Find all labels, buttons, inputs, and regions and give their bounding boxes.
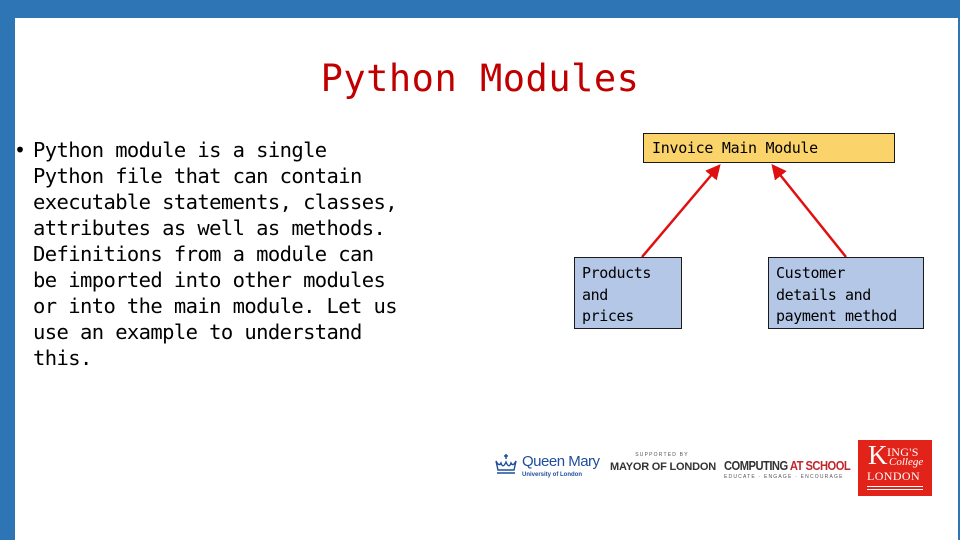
mayor-name: MAYOR OF LONDON [610,461,716,473]
slide-title: Python Modules [320,57,640,100]
bullet-marker: • [14,138,27,162]
kings-college-word: College [889,456,924,468]
crown-icon [495,454,517,474]
queen-mary-subtitle: University of London [522,472,582,478]
kings-london: LONDON [867,469,921,483]
computing-at-school-logo: COMPUTING AT SCHOOL EDUCATE · ENGAGE · E… [724,458,851,484]
kings-underline [867,489,923,490]
mayor-of-london-logo: SUPPORTED BY MAYOR OF LONDON [610,452,716,482]
kings-underline [867,486,923,487]
mayor-supertitle: SUPPORTED BY [635,452,689,458]
cas-tagline: EDUCATE · ENGAGE · ENCOURAGE [724,474,844,480]
cas-name-part2: AT SCHOOL [789,458,851,473]
products-prices-box: Products and prices [574,257,682,329]
arrow-customer-to-main [771,164,847,258]
cas-name-part1: COMPUTING [724,458,790,473]
bullet-text: Python module is a single Python file th… [33,138,398,370]
cas-name: COMPUTING AT SCHOOL [724,458,851,473]
arrow-products-to-main [641,164,721,258]
queen-mary-logo: Queen Mary University of London [494,450,600,484]
kings-college-logo: K ING'S College LONDON [858,440,932,496]
customer-details-box: Customer details and payment method [768,257,924,329]
invoice-main-module-box: Invoice Main Module [643,133,895,163]
kings-k: K [868,440,888,470]
slide-frame-top [0,0,960,18]
queen-mary-name: Queen Mary [522,453,600,470]
